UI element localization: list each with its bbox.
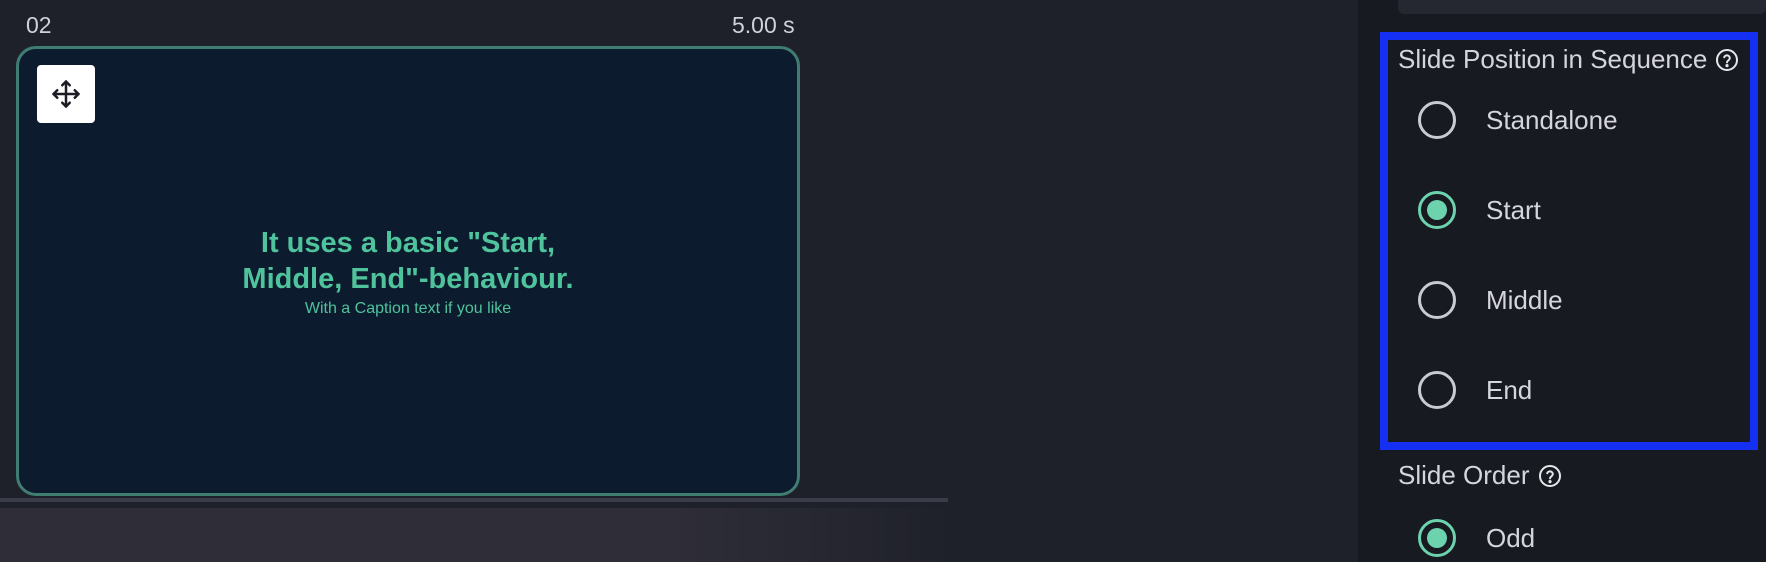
radio-label: Start (1486, 194, 1541, 225)
slide-title-line-2: Middle, End"-behaviour. (242, 263, 574, 295)
slide-duration: 5.00 s (732, 12, 795, 38)
slide-index: 02 (26, 12, 52, 38)
slide-order-label: Slide Order (1398, 460, 1562, 491)
radio-label: Middle (1486, 284, 1563, 315)
slide-title: It uses a basic "Start, Middle, End"-beh… (19, 225, 797, 297)
radio-label: Odd (1486, 522, 1536, 553)
slide-timeline: 02 5.00 s It uses a basic "Start, Middle… (0, 0, 950, 562)
radio-option-middle[interactable]: Middle (1418, 278, 1563, 322)
question-circle-icon[interactable] (1538, 464, 1562, 488)
slide-title-line-1: It uses a basic "Start, (260, 227, 556, 259)
radio-button[interactable] (1418, 371, 1456, 409)
bottom-bar (0, 508, 950, 562)
panel-top-field[interactable] (1398, 0, 1766, 14)
radio-button[interactable] (1418, 101, 1456, 139)
radio-option-odd[interactable]: Odd (1418, 516, 1535, 560)
radio-button-checked[interactable] (1418, 519, 1456, 557)
radio-label: Standalone (1486, 104, 1618, 135)
radio-option-standalone[interactable]: Standalone (1418, 98, 1618, 142)
radio-button-checked[interactable] (1418, 191, 1456, 229)
radio-label: End (1486, 374, 1533, 405)
slide-position-label-text: Slide Position in Sequence (1398, 44, 1708, 74)
slide-position-label: Slide Position in Sequence (1398, 44, 1739, 75)
properties-panel: Slide Position in Sequence Standalone St… (1358, 0, 1766, 562)
editor-window: 02 5.00 s It uses a basic "Start, Middle… (0, 0, 1766, 562)
radio-option-end[interactable]: End (1418, 368, 1532, 412)
move-arrows-icon (52, 80, 80, 108)
move-handle-button[interactable] (37, 65, 95, 123)
slide-order-label-text: Slide Order (1398, 460, 1530, 490)
radio-button[interactable] (1418, 281, 1456, 319)
slide-thumbnail[interactable]: It uses a basic "Start, Middle, End"-beh… (16, 46, 800, 496)
timeline-track (0, 498, 948, 502)
radio-option-start[interactable]: Start (1418, 188, 1541, 232)
question-circle-icon[interactable] (1715, 48, 1739, 72)
slide-caption: With a Caption text if you like (304, 300, 512, 317)
